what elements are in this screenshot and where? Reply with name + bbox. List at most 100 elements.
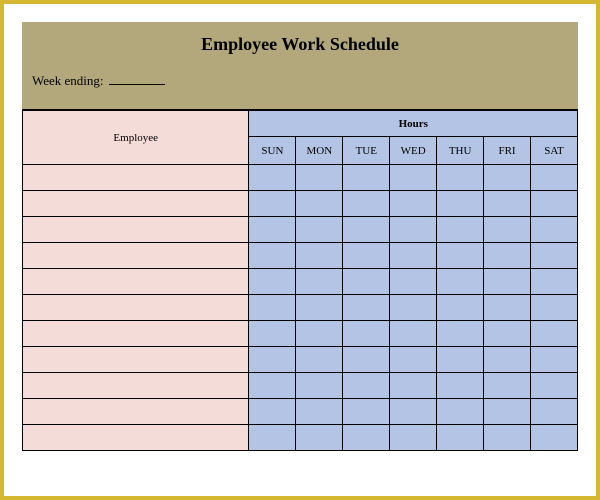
hour-cell[interactable] <box>531 425 578 451</box>
hour-cell[interactable] <box>249 425 296 451</box>
hours-column-header: Hours <box>249 111 578 137</box>
hour-cell[interactable] <box>390 373 437 399</box>
hour-cell[interactable] <box>390 347 437 373</box>
employee-cell[interactable] <box>23 347 249 373</box>
hour-cell[interactable] <box>437 191 484 217</box>
hour-cell[interactable] <box>390 269 437 295</box>
week-ending-input-line[interactable] <box>109 84 165 85</box>
hour-cell[interactable] <box>343 165 390 191</box>
hour-cell[interactable] <box>390 399 437 425</box>
hour-cell[interactable] <box>296 399 343 425</box>
table-row <box>23 399 578 425</box>
hour-cell[interactable] <box>296 269 343 295</box>
document-frame: Employee Work Schedule Week ending: Empl… <box>0 0 600 500</box>
day-header-tue: TUE <box>343 137 390 165</box>
hour-cell[interactable] <box>343 425 390 451</box>
hour-cell[interactable] <box>296 425 343 451</box>
hour-cell[interactable] <box>437 165 484 191</box>
hour-cell[interactable] <box>249 217 296 243</box>
hour-cell[interactable] <box>296 347 343 373</box>
hour-cell[interactable] <box>484 321 531 347</box>
hour-cell[interactable] <box>484 269 531 295</box>
employee-cell[interactable] <box>23 165 249 191</box>
hour-cell[interactable] <box>484 425 531 451</box>
hour-cell[interactable] <box>531 295 578 321</box>
hour-cell[interactable] <box>249 243 296 269</box>
employee-cell[interactable] <box>23 191 249 217</box>
hour-cell[interactable] <box>484 243 531 269</box>
employee-cell[interactable] <box>23 321 249 347</box>
hour-cell[interactable] <box>343 347 390 373</box>
hour-cell[interactable] <box>531 165 578 191</box>
hour-cell[interactable] <box>343 217 390 243</box>
hour-cell[interactable] <box>390 191 437 217</box>
week-ending-label: Week ending: <box>32 73 104 89</box>
hour-cell[interactable] <box>390 425 437 451</box>
employee-column-header: Employee <box>23 111 249 165</box>
hour-cell[interactable] <box>437 425 484 451</box>
hour-cell[interactable] <box>249 295 296 321</box>
hour-cell[interactable] <box>296 165 343 191</box>
hour-cell[interactable] <box>531 399 578 425</box>
employee-cell[interactable] <box>23 243 249 269</box>
hour-cell[interactable] <box>296 191 343 217</box>
hour-cell[interactable] <box>437 373 484 399</box>
hour-cell[interactable] <box>484 373 531 399</box>
hour-cell[interactable] <box>343 295 390 321</box>
hour-cell[interactable] <box>249 321 296 347</box>
hour-cell[interactable] <box>531 217 578 243</box>
hour-cell[interactable] <box>343 373 390 399</box>
hour-cell[interactable] <box>249 165 296 191</box>
hour-cell[interactable] <box>343 269 390 295</box>
hour-cell[interactable] <box>390 243 437 269</box>
hour-cell[interactable] <box>437 295 484 321</box>
hour-cell[interactable] <box>296 243 343 269</box>
hour-cell[interactable] <box>484 399 531 425</box>
hour-cell[interactable] <box>390 165 437 191</box>
hour-cell[interactable] <box>390 295 437 321</box>
hour-cell[interactable] <box>484 347 531 373</box>
hour-cell[interactable] <box>484 191 531 217</box>
hour-cell[interactable] <box>437 399 484 425</box>
hour-cell[interactable] <box>531 373 578 399</box>
employee-cell[interactable] <box>23 425 249 451</box>
hour-cell[interactable] <box>390 217 437 243</box>
hour-cell[interactable] <box>531 269 578 295</box>
hour-cell[interactable] <box>531 191 578 217</box>
hour-cell[interactable] <box>296 321 343 347</box>
day-header-sat: SAT <box>531 137 578 165</box>
employee-cell[interactable] <box>23 217 249 243</box>
hour-cell[interactable] <box>249 399 296 425</box>
hour-cell[interactable] <box>437 269 484 295</box>
table-row <box>23 165 578 191</box>
hour-cell[interactable] <box>437 347 484 373</box>
employee-cell[interactable] <box>23 399 249 425</box>
table-row <box>23 425 578 451</box>
hour-cell[interactable] <box>531 321 578 347</box>
hour-cell[interactable] <box>343 243 390 269</box>
table-row <box>23 191 578 217</box>
hour-cell[interactable] <box>296 295 343 321</box>
hour-cell[interactable] <box>343 191 390 217</box>
hour-cell[interactable] <box>249 269 296 295</box>
hour-cell[interactable] <box>531 243 578 269</box>
hour-cell[interactable] <box>437 243 484 269</box>
hour-cell[interactable] <box>484 165 531 191</box>
hour-cell[interactable] <box>249 191 296 217</box>
hour-cell[interactable] <box>343 399 390 425</box>
employee-cell[interactable] <box>23 269 249 295</box>
employee-cell[interactable] <box>23 373 249 399</box>
hour-cell[interactable] <box>390 321 437 347</box>
employee-cell[interactable] <box>23 295 249 321</box>
hour-cell[interactable] <box>437 217 484 243</box>
hour-cell[interactable] <box>249 373 296 399</box>
hour-cell[interactable] <box>343 321 390 347</box>
hour-cell[interactable] <box>437 321 484 347</box>
hour-cell[interactable] <box>296 373 343 399</box>
hour-cell[interactable] <box>484 295 531 321</box>
hour-cell[interactable] <box>296 217 343 243</box>
hour-cell[interactable] <box>531 347 578 373</box>
schedule-table: Employee Hours SUN MON TUE WED THU FRI S… <box>22 110 578 451</box>
hour-cell[interactable] <box>484 217 531 243</box>
hour-cell[interactable] <box>249 347 296 373</box>
